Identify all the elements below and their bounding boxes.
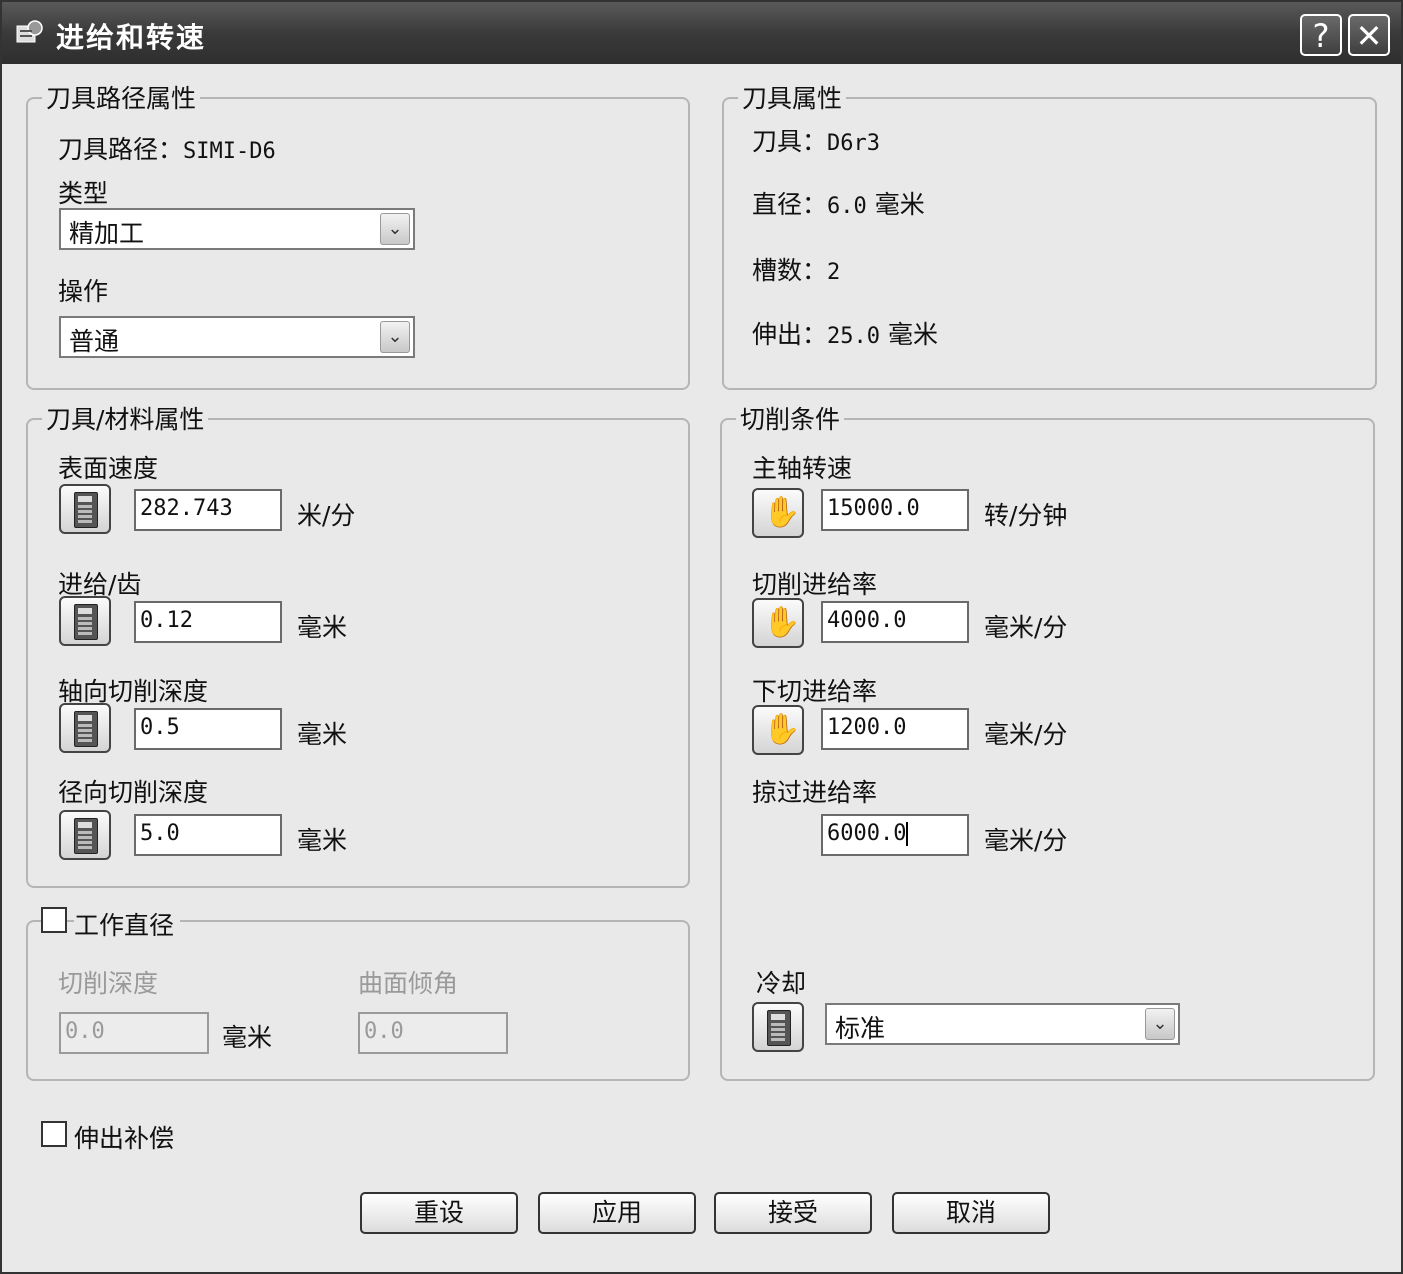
tool-flutes: 槽数：2: [752, 251, 840, 287]
radial-depth-calc-button[interactable]: [59, 810, 111, 860]
plunge-feed-input[interactable]: 1200.0: [821, 708, 969, 750]
accept-button[interactable]: 接受: [714, 1192, 872, 1234]
spindle-speed-label: 主轴转速: [752, 454, 853, 483]
overhang-comp-label: 伸出补偿: [74, 1124, 175, 1153]
cut-depth-input[interactable]: 0.0: [59, 1012, 209, 1054]
operation-label: 操作: [58, 277, 109, 306]
diameter-unit: 毫米: [874, 190, 925, 219]
feeds-speeds-dialog: 进给和转速 ? ✕ 刀具路径属性 刀具路径：SIMI-D6 类型 精加工 ⌄ 操…: [0, 0, 1403, 1274]
skim-feed-input[interactable]: 6000.0: [821, 814, 969, 856]
coolant-select[interactable]: 标准 ⌄: [825, 1003, 1180, 1045]
hand-icon: ✋: [763, 605, 801, 640]
surface-speed-label: 表面速度: [58, 454, 159, 483]
tool-value: D6r3: [827, 131, 880, 156]
feed-per-tooth-unit: 毫米: [297, 613, 348, 642]
title-bar[interactable]: 进给和转速 ? ✕: [2, 2, 1401, 64]
feed-per-tooth-calc-button[interactable]: [59, 596, 111, 646]
skim-feed-unit: 毫米/分: [984, 826, 1068, 855]
help-button[interactable]: ?: [1300, 14, 1342, 56]
toolpath-name: 刀具路径：SIMI-D6: [58, 130, 276, 166]
skim-feed-label: 掠过进给率: [752, 778, 878, 807]
plunge-feed-hand-button[interactable]: ✋: [752, 705, 804, 755]
toolpath-value: SIMI-D6: [183, 139, 276, 164]
axial-depth-unit: 毫米: [297, 720, 348, 749]
cutting-feed-input[interactable]: 4000.0: [821, 601, 969, 643]
radial-depth-input[interactable]: 5.0: [134, 814, 282, 856]
hand-icon: ✋: [763, 495, 801, 530]
hand-icon: ✋: [763, 712, 801, 747]
spindle-speed-unit: 转/分钟: [984, 501, 1068, 530]
reset-button[interactable]: 重设: [360, 1192, 518, 1234]
flutes-label: 槽数：: [752, 256, 828, 285]
tool-overhang: 伸出：25.0 毫米: [752, 315, 938, 351]
calculator-icon: [74, 604, 98, 640]
radial-depth-unit: 毫米: [297, 826, 348, 855]
calculator-icon: [74, 492, 98, 528]
apply-button[interactable]: 应用: [538, 1192, 696, 1234]
axial-depth-calc-button[interactable]: [59, 703, 111, 753]
tool-diameter: 直径：6.0 毫米: [752, 185, 925, 221]
operation-select-value: 普通: [69, 327, 120, 356]
axial-depth-input[interactable]: 0.5: [134, 708, 282, 750]
cutter-tool-icon: [16, 20, 43, 43]
calculator-icon: [767, 1010, 791, 1046]
cut-depth-label: 切削深度: [58, 969, 159, 998]
cancel-button[interactable]: 取消: [892, 1192, 1050, 1234]
feed-per-tooth-input[interactable]: 0.12: [134, 601, 282, 643]
plunge-feed-label: 下切进给率: [752, 677, 878, 706]
toolpath-properties-legend: 刀具路径属性: [42, 79, 201, 115]
radial-depth-label: 径向切削深度: [58, 778, 209, 807]
overhang-unit: 毫米: [887, 320, 938, 349]
text-caret: [906, 822, 909, 846]
tool-label: 刀具：: [752, 127, 828, 156]
cut-depth-unit: 毫米: [222, 1023, 273, 1052]
plunge-feed-unit: 毫米/分: [984, 720, 1068, 749]
toolpath-label: 刀具路径：: [58, 135, 184, 164]
surface-angle-input[interactable]: 0.0: [358, 1012, 508, 1054]
chevron-down-icon[interactable]: ⌄: [380, 321, 410, 353]
operation-select[interactable]: 普通 ⌄: [59, 316, 415, 358]
coolant-select-value: 标准: [835, 1014, 886, 1043]
working-diameter-label: 工作直径: [74, 906, 181, 942]
working-diameter-group: [26, 920, 690, 1081]
overhang-value: 25.0: [827, 324, 880, 349]
surface-speed-calc-button[interactable]: [59, 484, 111, 534]
tool-material-legend: 刀具/材料属性: [42, 400, 209, 436]
dialog-title: 进给和转速: [56, 21, 207, 54]
overhang-comp-checkbox[interactable]: [41, 1121, 67, 1147]
coolant-calc-button[interactable]: [752, 1002, 804, 1052]
type-select[interactable]: 精加工 ⌄: [59, 208, 415, 250]
chevron-down-icon[interactable]: ⌄: [1145, 1008, 1175, 1040]
flutes-value: 2: [827, 260, 841, 285]
spindle-speed-input[interactable]: 15000.0: [821, 489, 969, 531]
close-button[interactable]: ✕: [1348, 14, 1390, 56]
coolant-label: 冷却: [756, 969, 807, 998]
type-select-value: 精加工: [69, 219, 145, 248]
cutting-feed-unit: 毫米/分: [984, 613, 1068, 642]
type-label: 类型: [58, 179, 109, 208]
chevron-down-icon[interactable]: ⌄: [380, 213, 410, 245]
working-diameter-checkbox[interactable]: [41, 907, 67, 933]
skim-feed-value: 6000.0: [827, 821, 907, 846]
cutting-feed-label: 切削进给率: [752, 570, 878, 599]
surface-angle-label: 曲面倾角: [358, 969, 459, 998]
tool-name: 刀具：D6r3: [752, 122, 880, 158]
tool-material-group: 刀具/材料属性: [26, 400, 690, 888]
cutting-conditions-legend: 切削条件: [736, 400, 845, 436]
overhang-label: 伸出：: [752, 320, 828, 349]
cutting-feed-hand-button[interactable]: ✋: [752, 598, 804, 648]
calculator-icon: [74, 818, 98, 854]
tool-properties-legend: 刀具属性: [738, 79, 847, 115]
close-icon: ✕: [1355, 17, 1383, 55]
surface-speed-input[interactable]: 282.743: [134, 489, 282, 531]
diameter-label: 直径：: [752, 190, 828, 219]
diameter-value: 6.0: [827, 194, 867, 219]
surface-speed-unit: 米/分: [297, 501, 356, 530]
spindle-speed-hand-button[interactable]: ✋: [752, 488, 804, 538]
calculator-icon: [74, 711, 98, 747]
